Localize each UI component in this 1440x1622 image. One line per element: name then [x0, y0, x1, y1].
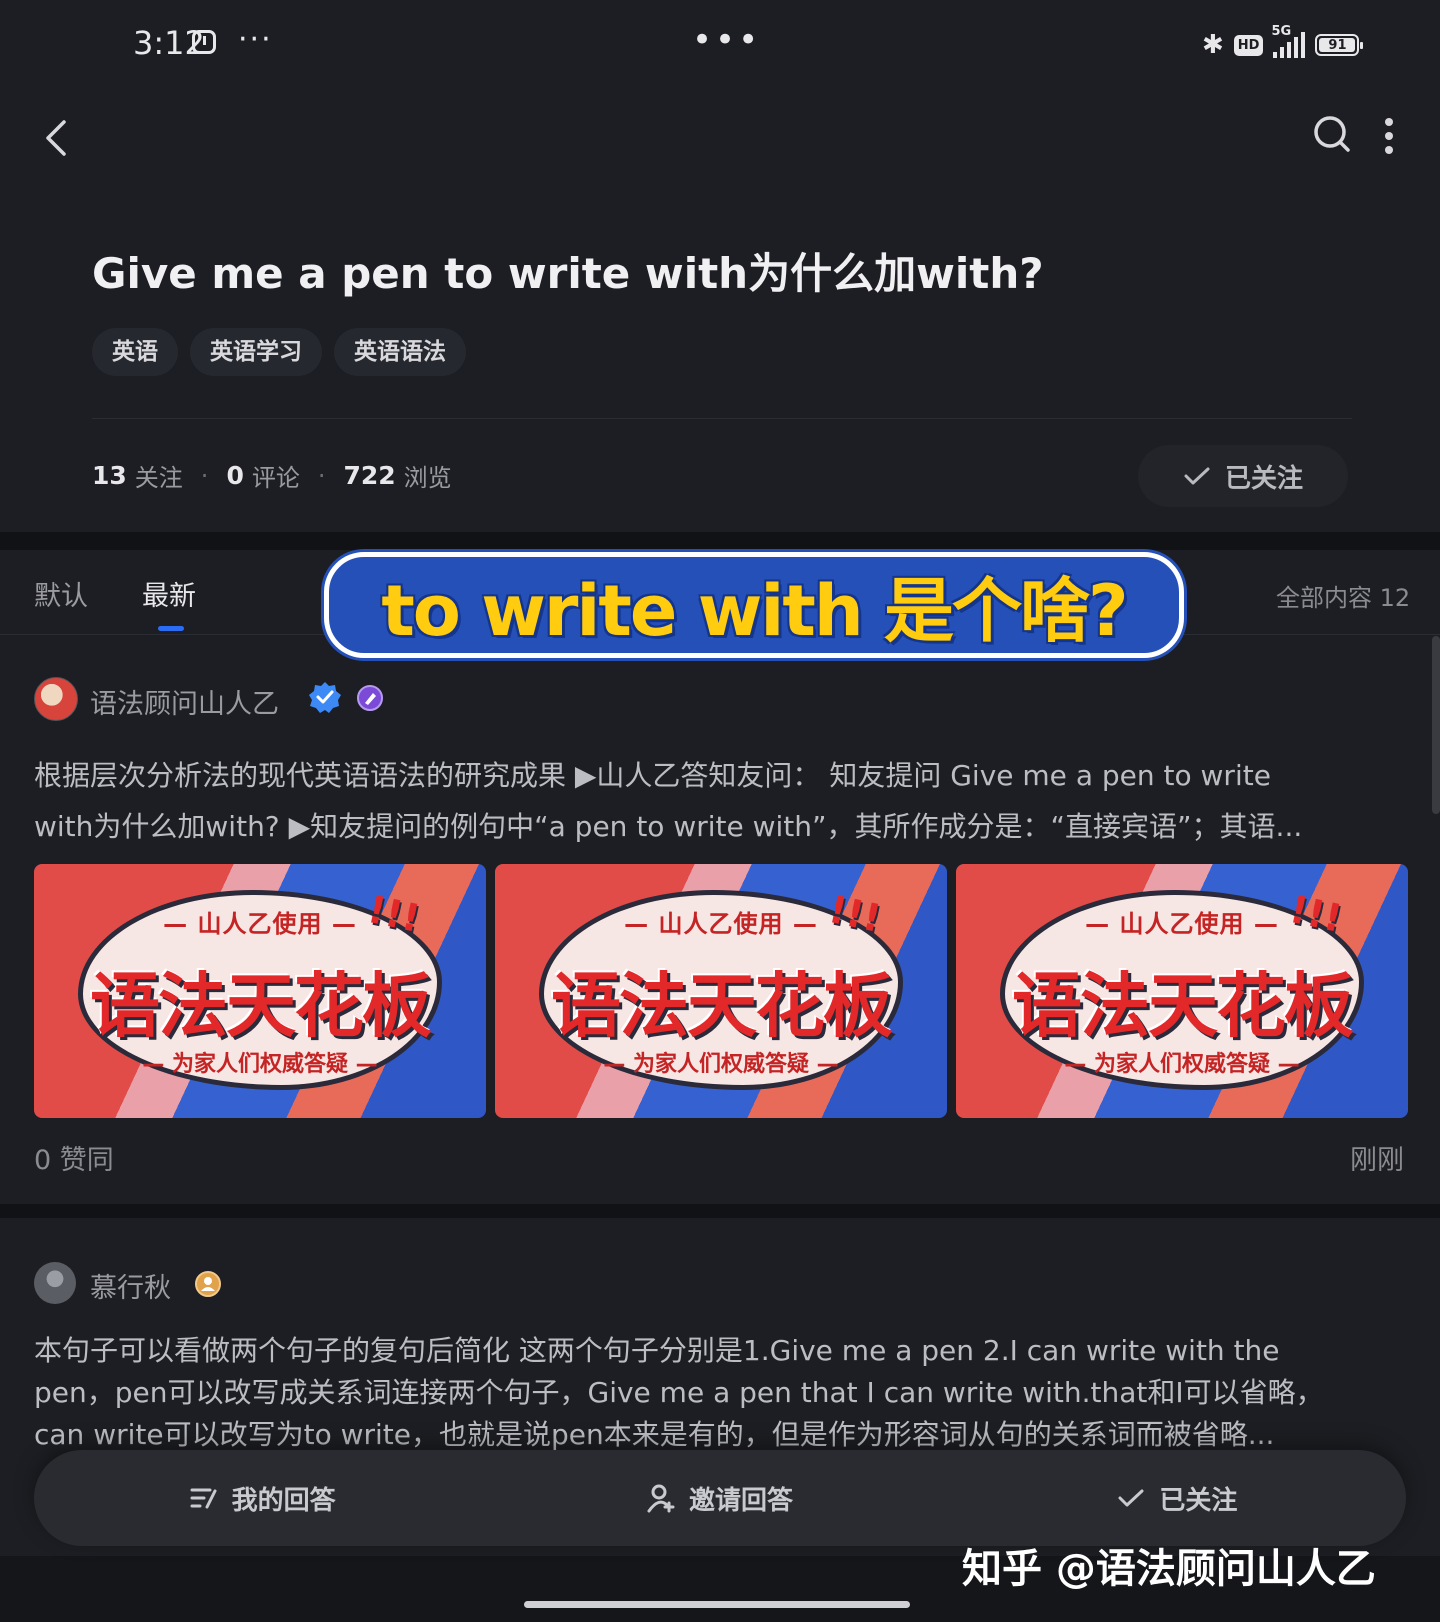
- avatar[interactable]: [34, 1262, 76, 1304]
- answer-excerpt[interactable]: 根据层次分析法的现代英语语法的研究成果 ▶山人乙答知友问： 知友提问 Give …: [34, 750, 1406, 852]
- answer-excerpt[interactable]: 本句子可以看做两个句子的复句后简化 这两个句子分别是1.Give me a pe…: [34, 1330, 1406, 1456]
- active-tab-indicator: [158, 626, 184, 631]
- topic-tags: 英语 英语学习 英语语法: [92, 328, 466, 376]
- excerpt-line: 根据层次分析法的现代英语语法的研究成果 ▶山人乙答知友问： 知友提问 Give …: [34, 759, 1271, 792]
- verified-badge-icon: [309, 682, 341, 713]
- home-indicator[interactable]: [524, 1601, 910, 1608]
- hd-icon: HD: [1233, 34, 1264, 56]
- image-sub-text: — 为家人们权威答疑 —: [1064, 1052, 1300, 1077]
- my-answer-button[interactable]: 我的回答: [34, 1480, 491, 1517]
- answer-timestamp: 刚刚: [1350, 1145, 1404, 1176]
- image-main-text: 语法天花板: [551, 965, 893, 1047]
- alarm-clock-icon: [192, 30, 216, 54]
- answer-image[interactable]: — 山人乙使用 — !!! 语法天花板 — 为家人们权威答疑 —: [495, 864, 947, 1118]
- window-handle-dots[interactable]: •••: [692, 20, 761, 60]
- write-answer-icon: [190, 1488, 217, 1509]
- topic-tag-english[interactable]: 英语: [92, 328, 178, 376]
- avatar[interactable]: [34, 677, 78, 721]
- followed-button[interactable]: 已关注: [949, 1480, 1406, 1517]
- status-overflow-dots: ···: [238, 22, 273, 57]
- invite-answer-button[interactable]: 邀请回答: [491, 1480, 948, 1517]
- scrollbar[interactable]: [1432, 636, 1440, 814]
- image-main-text: 语法天花板: [1012, 965, 1354, 1047]
- my-answer-label: 我的回答: [231, 1485, 336, 1516]
- question-stats: 13 关注 · 0 评论 · 722 浏览: [92, 458, 452, 493]
- image-sub-text: — 为家人们权威答疑 —: [603, 1052, 839, 1077]
- battery-icon: 91: [1315, 34, 1364, 56]
- excerpt-line: pen，pen可以改写成关系词连接两个句子，Give me a pen that…: [34, 1376, 1324, 1409]
- search-icon[interactable]: [1312, 114, 1352, 154]
- tab-default-sort[interactable]: 默认: [34, 574, 88, 613]
- image-sub-text: — 为家人们权威答疑 —: [142, 1052, 378, 1077]
- follow-label: 关注: [134, 464, 183, 492]
- user-badge-icon: [195, 1271, 221, 1297]
- upvote-count[interactable]: 0 赞同: [34, 1138, 114, 1177]
- total-content-count: 全部内容 12: [1276, 584, 1411, 612]
- image-main-text: 语法天花板: [90, 965, 432, 1047]
- bluetooth-icon: ✱: [1202, 30, 1224, 60]
- comment-label[interactable]: 评论: [252, 458, 300, 493]
- view-count: 722: [343, 461, 396, 490]
- overlay-caption-text: to write with 是个啥?: [381, 569, 1128, 652]
- back-arrow-icon[interactable]: [40, 118, 74, 158]
- question-title: Give me a pen to write with为什么加with?: [92, 249, 1044, 298]
- answer-image[interactable]: — 山人乙使用 — !!! 语法天花板 — 为家人们权威答疑 —: [34, 864, 486, 1118]
- invite-user-icon: [647, 1484, 675, 1513]
- checkmark-icon: [1184, 467, 1210, 485]
- excerpt-line: 本句子可以看做两个句子的复句后简化 这两个句子分别是1.Give me a pe…: [34, 1334, 1280, 1367]
- topic-tag-english-grammar[interactable]: 英语语法: [334, 328, 466, 376]
- separator-dot: ·: [317, 461, 326, 490]
- section-separator: [0, 532, 1440, 550]
- answer-images: — 山人乙使用 — !!! 语法天花板 — 为家人们权威答疑 — — 山人乙使用…: [34, 864, 1408, 1118]
- signal-icon: 5G: [1271, 24, 1306, 58]
- comment-count: 0: [226, 461, 244, 490]
- answer-separator: [0, 1204, 1440, 1218]
- answer-image[interactable]: — 山人乙使用 — !!! 语法天花板 — 为家人们权威答疑 —: [956, 864, 1408, 1118]
- topic-tag-english-learning[interactable]: 英语学习: [190, 328, 322, 376]
- creator-badge-icon: [357, 685, 383, 711]
- followed-label: 已关注: [1159, 1485, 1238, 1516]
- header-divider: [92, 418, 1352, 419]
- checkmark-icon: [1118, 1489, 1144, 1507]
- follow-count: 13: [92, 461, 127, 490]
- bottom-action-bar: 我的回答 邀请回答 已关注: [34, 1450, 1406, 1546]
- overlay-caption: to write with 是个啥?: [324, 552, 1184, 658]
- network-type: 5G: [1271, 24, 1292, 39]
- invite-label: 邀请回答: [688, 1485, 793, 1516]
- more-options-icon[interactable]: [1382, 116, 1396, 156]
- answer-author-name[interactable]: 语法顾问山人乙: [90, 682, 279, 721]
- follow-question-button[interactable]: 已关注: [1138, 445, 1348, 507]
- tab-latest-sort[interactable]: 最新: [142, 574, 196, 613]
- view-label: 浏览: [403, 464, 452, 492]
- watermark: 知乎 @语法顾问山人乙: [962, 1546, 1376, 1592]
- excerpt-line: with为什么加with? ▶知友提问的例句中“a pen to write w…: [34, 810, 1303, 843]
- follow-button-label: 已关注: [1224, 463, 1303, 494]
- battery-level: 91: [1319, 38, 1356, 53]
- separator-dot: ·: [200, 461, 209, 490]
- status-icons: ✱ HD 5G 91: [1202, 24, 1364, 62]
- answer-author-name[interactable]: 慕行秋: [90, 1266, 171, 1305]
